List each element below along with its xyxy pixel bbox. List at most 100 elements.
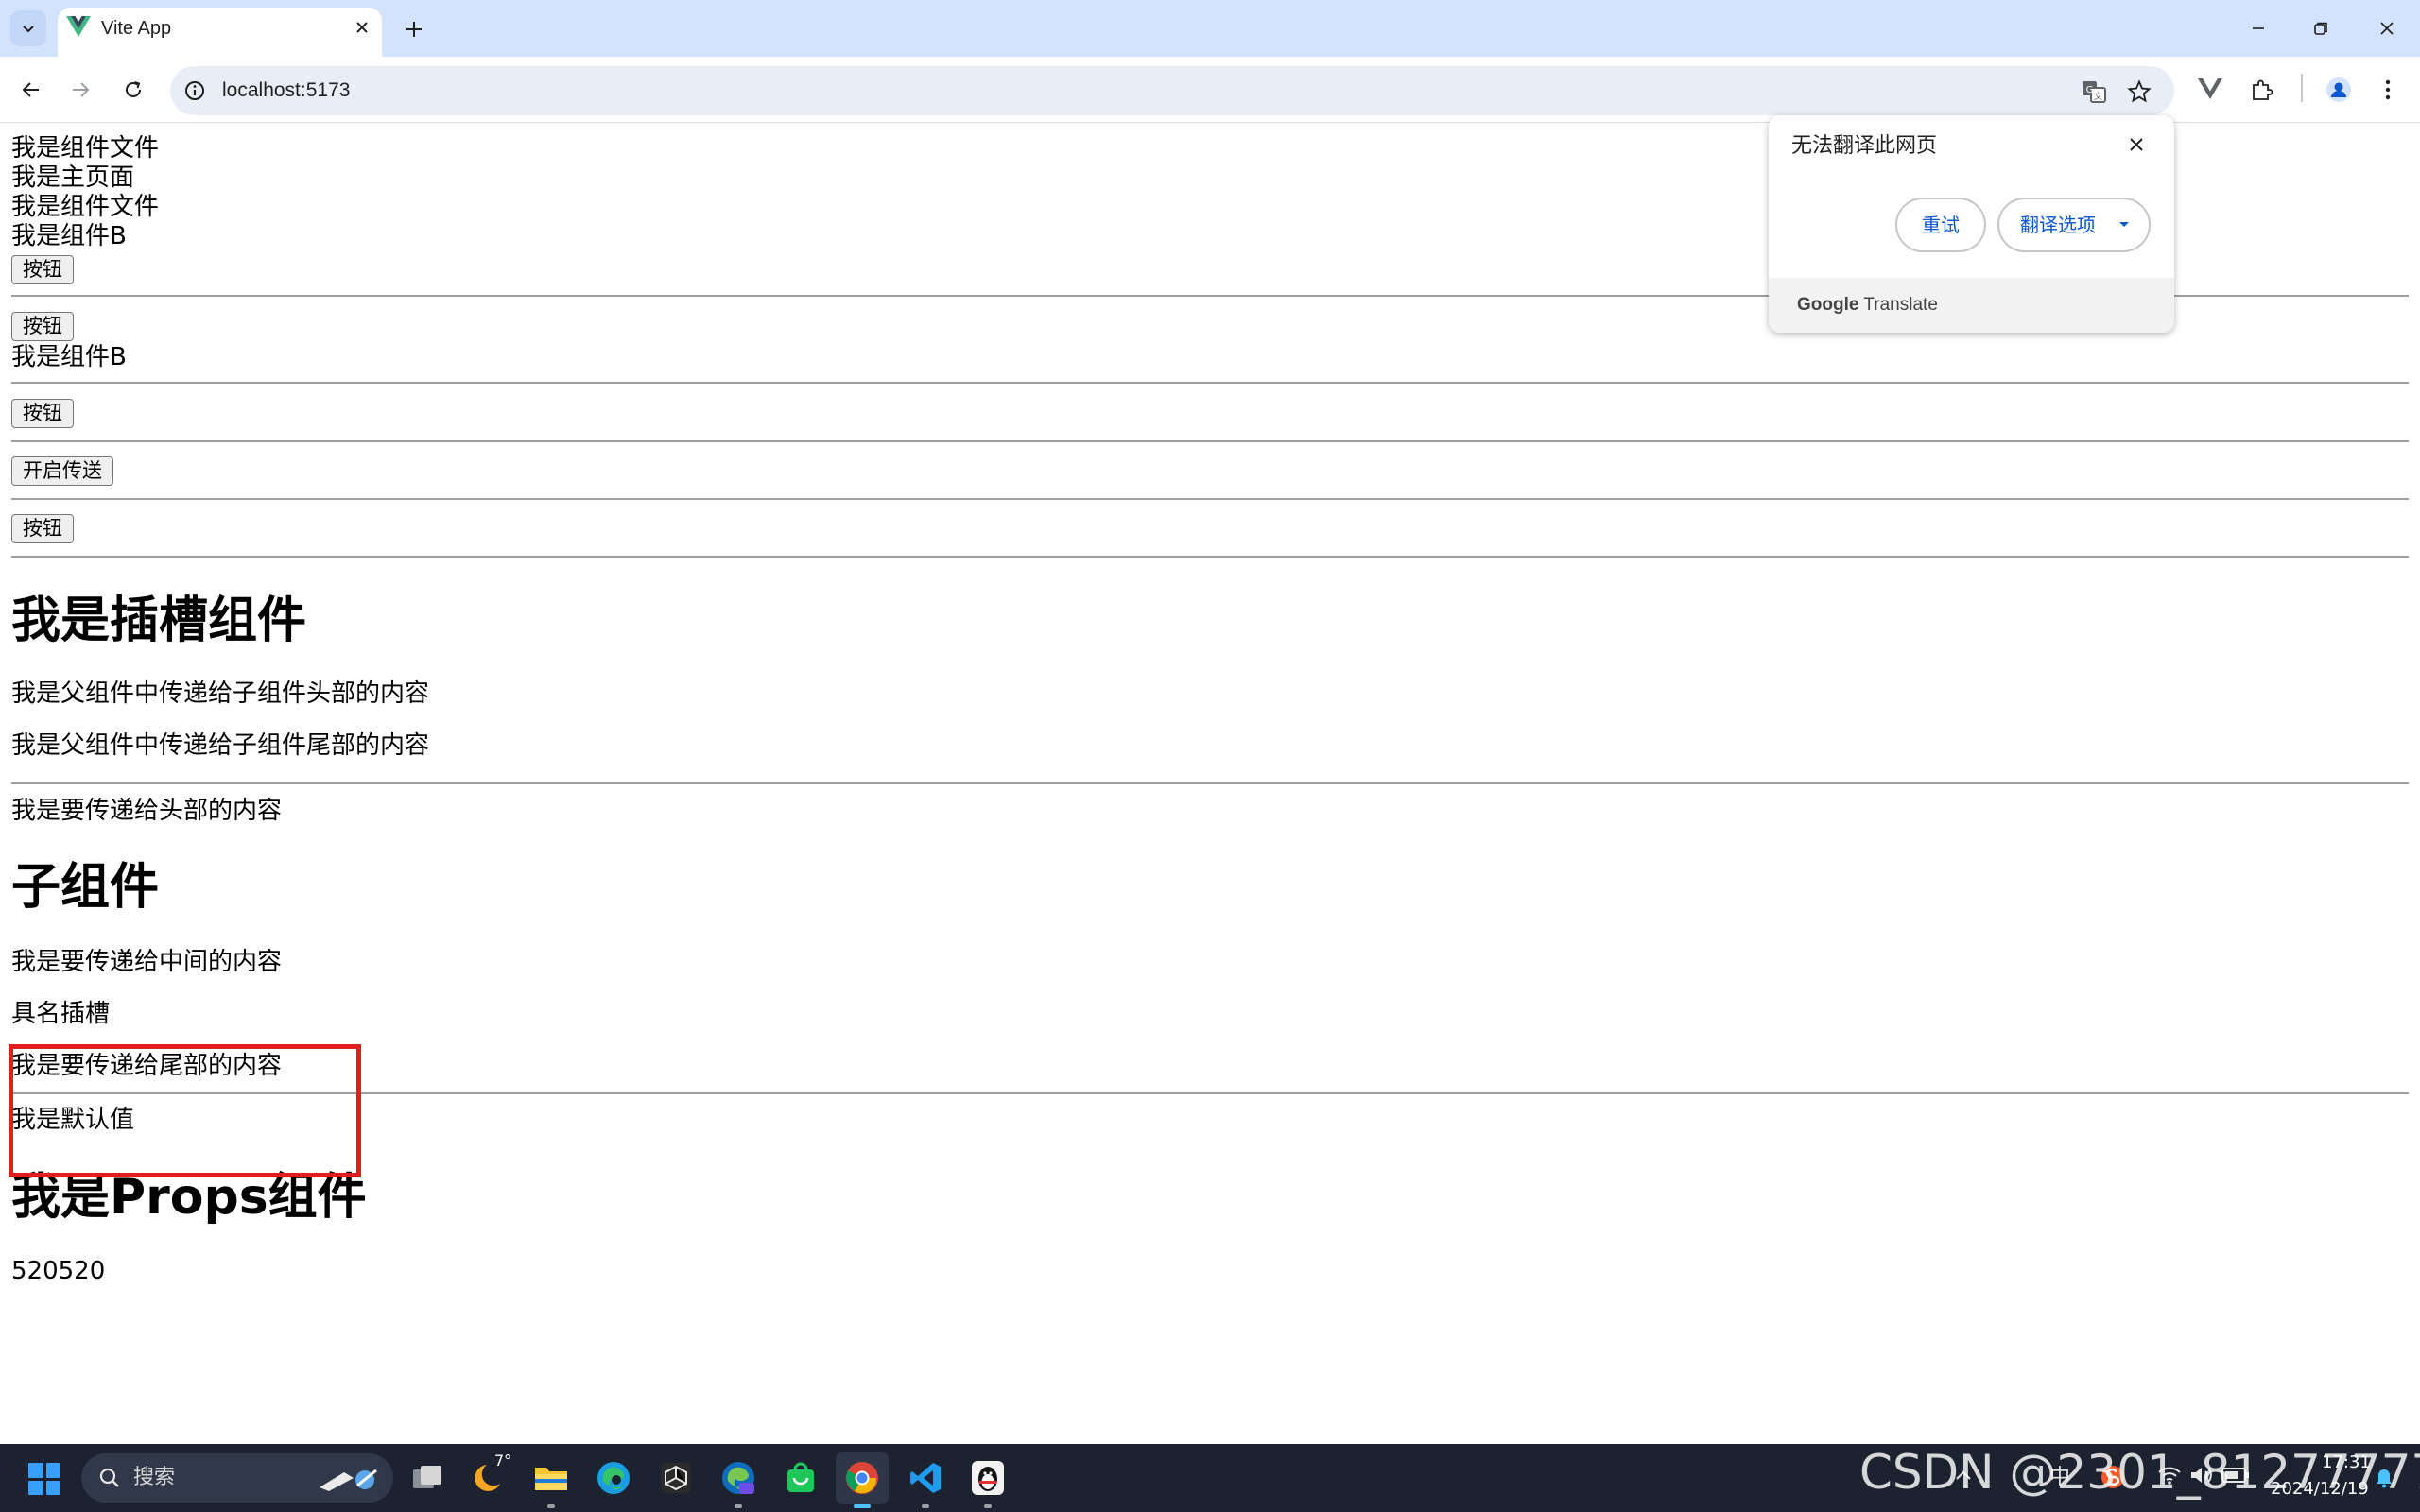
translate-options-label: 翻译选项	[2020, 214, 2096, 236]
site-info-icon[interactable]	[182, 78, 207, 103]
avatar-icon	[2326, 77, 2351, 102]
google-translate-logo: Google Translate	[1797, 293, 1938, 318]
divider	[11, 1092, 2409, 1094]
component-b-text: 我是组件B	[11, 222, 127, 250]
tab-close-button[interactable]	[350, 15, 374, 40]
puzzle-icon	[2253, 79, 2273, 100]
task-view-button[interactable]	[406, 1457, 448, 1499]
component-file-text: 我是组件文件	[11, 193, 160, 221]
windows-logo-icon	[45, 1480, 60, 1495]
header-content-text: 我是要传递给头部的内容	[11, 797, 283, 825]
file-explorer-button[interactable]	[530, 1457, 572, 1499]
address-url: localhost:5173	[222, 79, 351, 101]
component-b-text: 我是组件B	[11, 343, 127, 371]
minimize-icon	[2253, 27, 2264, 29]
vue-devtools-button[interactable]	[2192, 72, 2228, 108]
edge-ai-icon	[722, 1462, 754, 1494]
translate-button[interactable]: G文	[2080, 77, 2108, 106]
minimize-button[interactable]	[2240, 11, 2276, 45]
windows-start-button[interactable]	[28, 1463, 60, 1495]
shopping-bag-icon	[787, 1462, 814, 1492]
running-indicator	[922, 1504, 929, 1508]
plus-icon	[406, 22, 422, 37]
vscode-icon	[910, 1463, 941, 1493]
props-value-text: 520520	[11, 1257, 106, 1285]
reload-icon	[126, 81, 141, 97]
divider	[11, 782, 2409, 784]
translate-options-button[interactable]: 翻译选项	[1997, 198, 2151, 252]
slot-component-heading: 我是插槽组件	[11, 593, 307, 649]
caret-down-icon	[2119, 222, 2129, 227]
close-window-button[interactable]	[2369, 11, 2405, 45]
vue-logo-icon	[66, 16, 91, 37]
browser-titlebar: Vite App	[0, 0, 2420, 57]
unity-hub-button[interactable]	[655, 1457, 697, 1499]
component-button[interactable]: 按钮	[11, 312, 74, 341]
new-tab-button[interactable]	[400, 15, 428, 43]
vscode-button[interactable]	[905, 1457, 946, 1499]
tab-search-button[interactable]	[10, 10, 46, 46]
google-logo-text: Google	[1797, 295, 1859, 315]
taskbar-search[interactable]: 搜索	[81, 1453, 393, 1503]
running-indicator	[735, 1504, 742, 1508]
forward-button[interactable]	[62, 72, 98, 108]
restore-icon	[2314, 22, 2327, 35]
search-icon	[99, 1468, 119, 1487]
back-button[interactable]	[13, 72, 49, 108]
slot-header-text: 我是父组件中传递给子组件头部的内容	[11, 679, 430, 708]
component-button[interactable]: 按钮	[11, 399, 74, 428]
arrow-left-icon	[22, 82, 39, 97]
extensions-button[interactable]	[2244, 72, 2280, 108]
translate-icon: G文	[2083, 81, 2106, 103]
close-icon	[2380, 22, 2394, 35]
close-icon	[2130, 138, 2143, 151]
popup-title: 无法翻译此网页	[1791, 134, 1938, 158]
unity-icon	[661, 1463, 691, 1493]
qq-penguin-icon	[972, 1461, 1004, 1495]
chrome-button[interactable]	[841, 1457, 883, 1499]
weather-widget[interactable]: 7°	[470, 1452, 511, 1499]
weather-temperature: 7°	[494, 1452, 512, 1469]
star-icon	[2127, 79, 2152, 103]
wechat-app-button[interactable]	[780, 1457, 821, 1499]
popup-footer: Google Translate	[1769, 278, 2174, 333]
reload-button[interactable]	[115, 72, 151, 108]
bookmark-button[interactable]	[2125, 77, 2153, 106]
edge-dev-button[interactable]	[717, 1457, 759, 1499]
component-button[interactable]: 按钮	[11, 514, 74, 543]
windows-logo-icon	[45, 1463, 60, 1478]
windows-logo-icon	[28, 1463, 43, 1478]
translate-logo-text: Translate	[1863, 295, 1938, 315]
folder-icon	[535, 1468, 567, 1490]
search-highlight-icon	[320, 1469, 377, 1491]
edge-icon	[597, 1462, 630, 1494]
qq-button[interactable]	[967, 1457, 1009, 1499]
restore-button[interactable]	[2303, 11, 2339, 45]
chevron-down-icon	[23, 26, 34, 33]
running-indicator	[854, 1504, 871, 1508]
component-file-text: 我是组件文件	[11, 134, 160, 163]
translate-popup: 无法翻译此网页 重试 翻译选项 Google Translate	[1769, 115, 2174, 333]
task-view-icon	[413, 1466, 441, 1488]
main-page-text: 我是主页面	[11, 163, 135, 192]
chrome-icon	[846, 1462, 878, 1494]
search-label: 搜索	[133, 1466, 176, 1489]
popup-close-button[interactable]	[2122, 130, 2151, 159]
divider	[11, 556, 2409, 558]
slot-footer-text: 我是父组件中传递给子组件尾部的内容	[11, 731, 430, 760]
props-highlight-box	[9, 1044, 361, 1177]
edge-button[interactable]	[593, 1457, 634, 1499]
address-bar[interactable]: localhost:5173 G文	[170, 66, 2174, 115]
vue-devtools-icon	[2198, 78, 2222, 99]
profile-button[interactable]	[2321, 72, 2357, 108]
open-teleport-button[interactable]: 开启传送	[11, 456, 113, 486]
child-component-heading: 子组件	[11, 859, 160, 916]
close-icon	[356, 22, 368, 33]
more-vertical-icon	[2385, 79, 2391, 100]
divider	[11, 382, 2409, 384]
retry-button[interactable]: 重试	[1895, 198, 1986, 252]
svg-text:G: G	[2086, 85, 2094, 95]
component-button[interactable]: 按钮	[11, 255, 74, 284]
named-slot-text: 具名插槽	[11, 1000, 111, 1028]
menu-button[interactable]	[2370, 72, 2406, 108]
